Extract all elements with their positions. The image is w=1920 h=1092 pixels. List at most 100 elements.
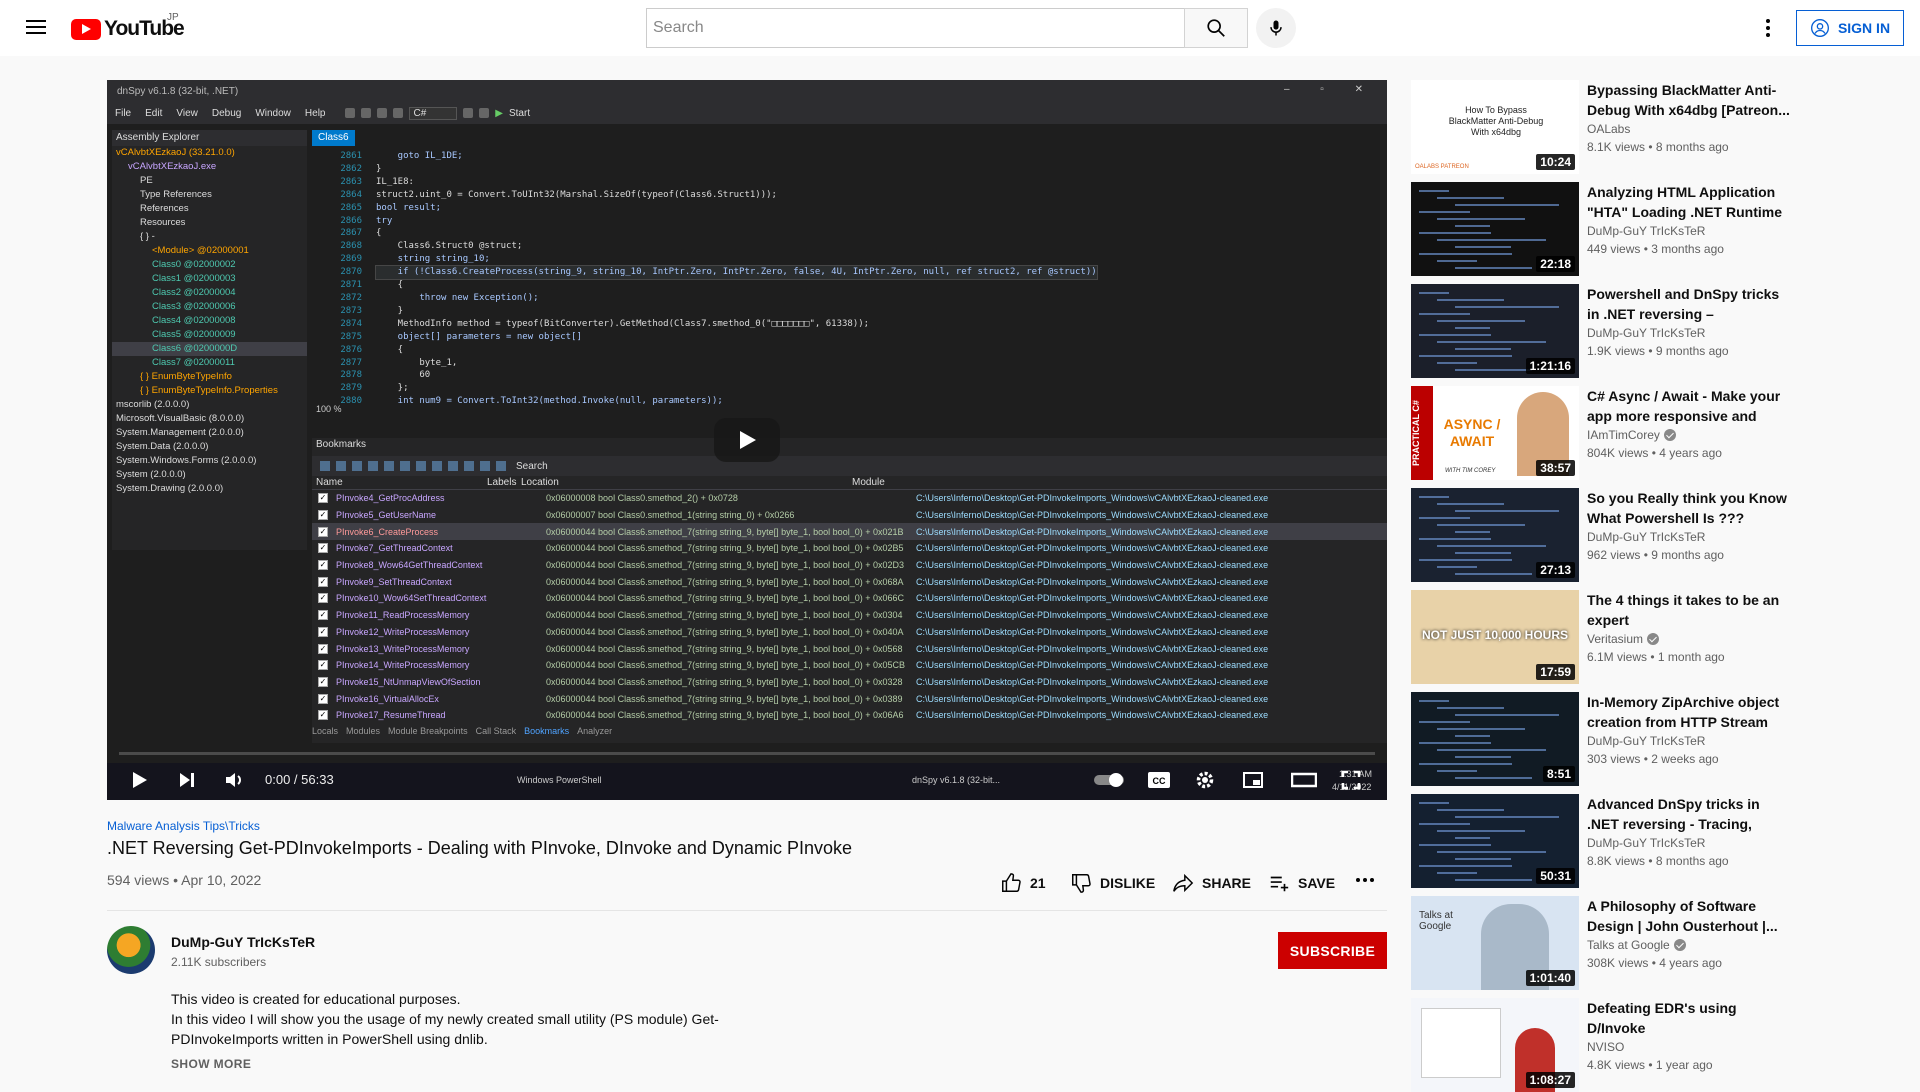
video-hashtag-link[interactable]: Malware Analysis Tips\Tricks — [107, 819, 260, 833]
recommended-video[interactable]: 1:08:27 Defeating EDR's using D/Invoke NVI… — [1411, 998, 1908, 1092]
line-number: 2873 — [340, 305, 362, 316]
video-thumbnail[interactable]: 50:31 — [1411, 794, 1579, 888]
debug-tab: Bookmarks — [524, 726, 570, 736]
save-button[interactable]: SAVE — [1268, 872, 1335, 894]
bookmark-location: 0x06000044 bool Class6.smethod_7(string … — [546, 560, 904, 571]
volume-icon[interactable] — [224, 770, 244, 790]
youtube-logo[interactable]: YouTube JP — [71, 12, 185, 41]
share-button[interactable]: SHARE — [1172, 872, 1251, 894]
code-line: string string_10; — [376, 254, 490, 265]
bookmark-checkbox: ✓ — [318, 676, 328, 687]
recommended-video[interactable]: NOT JUST 10,000 HOURS 17:59 The 4 things i… — [1411, 590, 1908, 684]
video-thumbnail[interactable]: Talks at Google 1:01:40 — [1411, 896, 1579, 990]
recommended-title[interactable]: So you Really think you Know What Powers… — [1587, 488, 1792, 528]
video-thumbnail[interactable]: 1:08:27 — [1411, 998, 1579, 1092]
search-input[interactable] — [646, 8, 1185, 48]
recommended-title[interactable]: Advanced DnSpy tricks in .NET reversing … — [1587, 794, 1792, 834]
recommended-channel[interactable]: OALabs — [1587, 122, 1630, 136]
recommended-title[interactable]: The 4 things it takes to be an expert — [1587, 590, 1792, 630]
recommended-title[interactable]: In-Memory ZipArchive object creation fro… — [1587, 692, 1792, 732]
menu-icon[interactable] — [24, 16, 48, 40]
recommended-channel[interactable]: DuMp-GuY TrIcKsTeR — [1587, 734, 1705, 748]
tree-node: Class6 @0200000D — [112, 342, 307, 356]
bookmark-checkbox: ✓ — [318, 626, 328, 637]
autoplay-toggle-icon[interactable] — [1092, 770, 1128, 790]
like-button[interactable]: 21 — [1000, 872, 1046, 894]
code-line: { — [376, 344, 404, 355]
bookmark-checkbox: ✓ — [318, 610, 328, 621]
bookmark-location: 0x06000044 bool Class6.smethod_7(string … — [546, 543, 904, 554]
bookmark-name: PInvoke15_NtUnmapViewOfSection — [336, 676, 481, 687]
video-thumbnail[interactable]: PRACTICAL C# ASYNC / AWAIT WITH TIM COREY 3… — [1411, 386, 1579, 480]
bookmark-module: C:\Users\Inferno\Desktop\Get-PDInvokeImp… — [916, 560, 1269, 571]
recommended-video[interactable]: 22:18 Analyzing HTML Application "HTA" Lo… — [1411, 182, 1908, 276]
recommended-channel[interactable]: NVISO — [1587, 1040, 1624, 1054]
recommended-channel[interactable]: Talks at Google — [1587, 938, 1686, 952]
recommended-channel[interactable]: DuMp-GuY TrIcKsTeR — [1587, 326, 1705, 340]
time-display: 0:00 / 56:33 — [265, 772, 334, 787]
channel-avatar[interactable] — [107, 926, 155, 974]
recommended-channel[interactable]: DuMp-GuY TrIcKsTeR — [1587, 530, 1705, 544]
recommended-video[interactable]: Talks at Google 1:01:40 A Philosophy of So… — [1411, 896, 1908, 990]
bookmark-module: C:\Users\Inferno\Desktop\Get-PDInvokeImp… — [916, 493, 1269, 504]
next-icon[interactable] — [177, 770, 197, 790]
bookmark-checkbox: ✓ — [318, 643, 328, 654]
recommended-video[interactable]: 27:13 So you Really think you Know What P… — [1411, 488, 1908, 582]
recommended-video[interactable]: 50:31 Advanced DnSpy tricks in .NET rever… — [1411, 794, 1908, 888]
channel-label: DuMp-GuY TrIcKsTeR — [1587, 734, 1706, 748]
thumbnail-footer: OALABS PATREON — [1415, 164, 1469, 170]
recommended-title[interactable]: Defeating EDR's using D/Invoke — [1587, 998, 1792, 1038]
recommended-video[interactable]: How To Bypass BlackMatter Anti-Debug Wit… — [1411, 80, 1908, 174]
more-actions-icon[interactable] — [1356, 878, 1374, 882]
recommended-title[interactable]: Bypassing BlackMatter Anti-Debug With x6… — [1587, 80, 1792, 120]
recommended-video[interactable]: 8:51 In-Memory ZipArchive object creation… — [1411, 692, 1908, 786]
recommended-channel[interactable]: DuMp-GuY TrIcKsTeR — [1587, 224, 1705, 238]
dislike-button[interactable]: DISLIKE — [1070, 872, 1155, 894]
recommended-channel[interactable]: DuMp-GuY TrIcKsTeR — [1587, 836, 1705, 850]
video-thumbnail[interactable]: How To Bypass BlackMatter Anti-Debug Wit… — [1411, 80, 1579, 174]
thumbnail-text: ASYNC / AWAIT — [1443, 416, 1501, 449]
recommended-title[interactable]: Analyzing HTML Application "HTA" Loading… — [1587, 182, 1792, 222]
recommended-channel[interactable]: Veritasium — [1587, 632, 1660, 646]
big-play-button[interactable] — [714, 418, 780, 462]
miniplayer-icon[interactable] — [1243, 770, 1263, 790]
recommended-title[interactable]: Powershell and DnSpy tricks in .NET reve… — [1587, 284, 1792, 324]
video-thumbnail[interactable]: 22:18 — [1411, 182, 1579, 276]
line-number: 2875 — [340, 331, 362, 342]
svg-text:CC: CC — [1153, 776, 1166, 786]
recommended-meta: 6.1M views • 1 month ago — [1587, 650, 1725, 664]
dnspy-menu-debug: Debug — [211, 107, 242, 119]
line-number: 2865 — [340, 202, 362, 213]
subscribe-button[interactable]: SUBSCRIBE — [1278, 932, 1387, 969]
recommended-channel[interactable]: IAmTimCorey — [1587, 428, 1676, 442]
video-thumbnail[interactable]: 8:51 — [1411, 692, 1579, 786]
video-player[interactable]: dnSpy v6.1.8 (32-bit, .NET) – ▫ ✕ File E… — [107, 80, 1387, 800]
recommended-title[interactable]: A Philosophy of Software Design | John O… — [1587, 896, 1792, 936]
bookmark-row: ✓ PInvoke8_Wow64GetThreadContext 0x0600004… — [312, 557, 1387, 574]
theater-mode-icon[interactable] — [1291, 770, 1317, 790]
channel-name[interactable]: DuMp-GuY TrIcKsTeR — [171, 934, 315, 950]
settings-more-icon[interactable] — [1756, 16, 1780, 40]
search-button[interactable] — [1184, 8, 1248, 48]
play-icon[interactable] — [129, 770, 149, 790]
recommended-video[interactable]: 1:21:16 Powershell and DnSpy tricks in .N… — [1411, 284, 1908, 378]
video-thumbnail[interactable]: NOT JUST 10,000 HOURS 17:59 — [1411, 590, 1579, 684]
recommended-title[interactable]: C# Async / Await - Make your app more re… — [1587, 386, 1792, 426]
settings-gear-icon[interactable] — [1195, 770, 1215, 790]
player-controls: 0:00 / 56:33 CC — [107, 760, 1387, 800]
bookmark-module: C:\Users\Inferno\Desktop\Get-PDInvokeImp… — [916, 593, 1269, 604]
tree-node: System.Windows.Forms (2.0.0.0) — [116, 455, 257, 466]
show-more-button[interactable]: SHOW MORE — [171, 1057, 251, 1071]
voice-search-button[interactable] — [1256, 8, 1296, 48]
fullscreen-icon[interactable] — [1341, 770, 1361, 790]
line-number: 2868 — [340, 241, 362, 252]
progress-bar[interactable] — [119, 752, 1375, 755]
captions-icon[interactable]: CC — [1147, 770, 1171, 790]
video-duration: 1:08:27 — [1525, 1072, 1575, 1088]
line-number: 2861 — [340, 151, 362, 161]
video-thumbnail[interactable]: 27:13 — [1411, 488, 1579, 582]
sign-in-button[interactable]: SIGN IN — [1796, 10, 1904, 46]
bookmark-checkbox: ✓ — [318, 693, 328, 704]
video-thumbnail[interactable]: 1:21:16 — [1411, 284, 1579, 378]
recommended-video[interactable]: PRACTICAL C# ASYNC / AWAIT WITH TIM COREY 3… — [1411, 386, 1908, 480]
